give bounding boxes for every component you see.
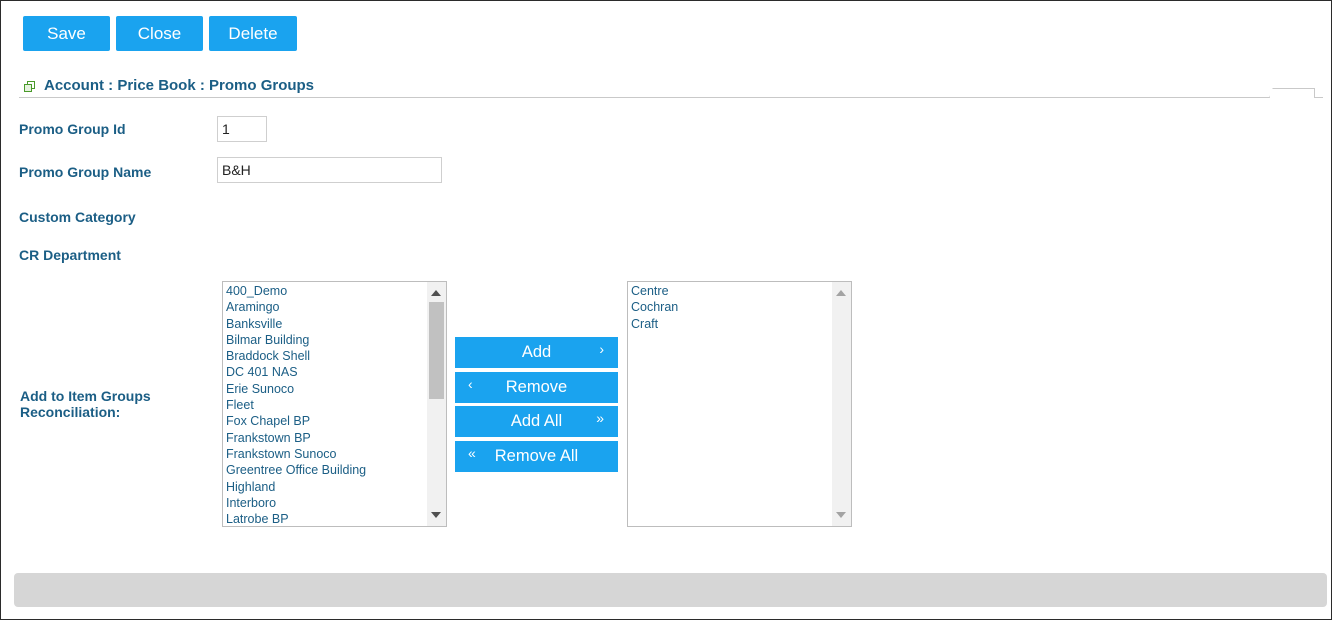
available-items: 400_Demo Aramingo Banksville Bilmar Buildin… [225,283,426,526]
reconciliation-label: Reconciliation: [20,404,121,420]
delete-button[interactable]: Delete [209,16,297,51]
available-groups-list[interactable]: 400_Demo Aramingo Banksville Bilmar Buildin… [222,281,447,527]
scroll-down-icon[interactable] [431,512,441,518]
chevron-left-icon: ‹ [468,376,473,392]
section-collapse-tab[interactable] [1269,88,1315,98]
list-item[interactable]: Cochran [630,299,831,315]
custom-category-label: Custom Category [19,209,136,225]
list-item[interactable]: Frankstown BP [225,430,426,446]
list-item[interactable]: Frankstown Sunoco [225,446,426,462]
selected-groups-list[interactable]: Centre Cochran Craft [627,281,852,527]
close-button[interactable]: Close [116,16,203,51]
add-button[interactable]: Add › [455,337,618,368]
scroll-thumb[interactable] [429,302,444,399]
section-header: Account : Price Book : Promo Groups [19,75,1323,99]
list-item[interactable]: Centre [630,283,831,299]
promo-group-id-label: Promo Group Id [19,121,126,137]
scroll-down-icon[interactable] [836,512,846,518]
remove-all-button[interactable]: « Remove All [455,441,618,472]
list-item[interactable]: Banksville [225,316,426,332]
page-title: Account : Price Book : Promo Groups [44,77,315,94]
footer-bar [14,573,1327,607]
selected-items: Centre Cochran Craft [630,283,831,332]
remove-label: Remove [505,378,568,396]
list-item[interactable]: DC 401 NAS [225,364,426,380]
remove-button[interactable]: ‹ Remove [455,372,618,403]
selected-list-scrollbar[interactable] [832,282,851,526]
save-button[interactable]: Save [23,16,110,51]
list-item[interactable]: Erie Sunoco [225,381,426,397]
promo-group-id-field[interactable] [217,116,267,142]
list-item[interactable]: Fox Chapel BP [225,413,426,429]
list-item[interactable]: 400_Demo [225,283,426,299]
available-list-scrollbar[interactable] [427,282,446,526]
chevron-right-icon: › [599,341,604,357]
app-window: Save Close Delete Account : Price Book :… [0,0,1332,620]
list-item[interactable]: Latrobe BP [225,511,426,526]
double-chevron-left-icon: « [468,445,476,461]
list-item[interactable]: Aramingo [225,299,426,315]
remove-all-label: Remove All [494,447,579,465]
toolbar: Save Close Delete [23,16,297,51]
section-divider [19,97,1323,98]
window-stack-icon [24,81,36,93]
cr-department-label: CR Department [19,247,121,263]
promo-group-name-label: Promo Group Name [19,164,152,180]
list-item[interactable]: Braddock Shell [225,348,426,364]
scroll-up-icon[interactable] [836,290,846,296]
list-item[interactable]: Interboro [225,495,426,511]
list-item[interactable]: Bilmar Building [225,332,426,348]
list-item[interactable]: Craft [630,316,831,332]
add-to-item-groups-label: Add to Item Groups [20,388,151,404]
scroll-up-icon[interactable] [431,290,441,296]
list-item[interactable]: Fleet [225,397,426,413]
list-item[interactable]: Highland [225,479,426,495]
list-item[interactable]: Greentree Office Building [225,462,426,478]
add-label: Add [521,343,552,361]
promo-group-name-field[interactable] [217,157,442,183]
add-all-button[interactable]: Add All » [455,406,618,437]
add-all-label: Add All [510,412,563,430]
double-chevron-right-icon: » [596,410,604,426]
